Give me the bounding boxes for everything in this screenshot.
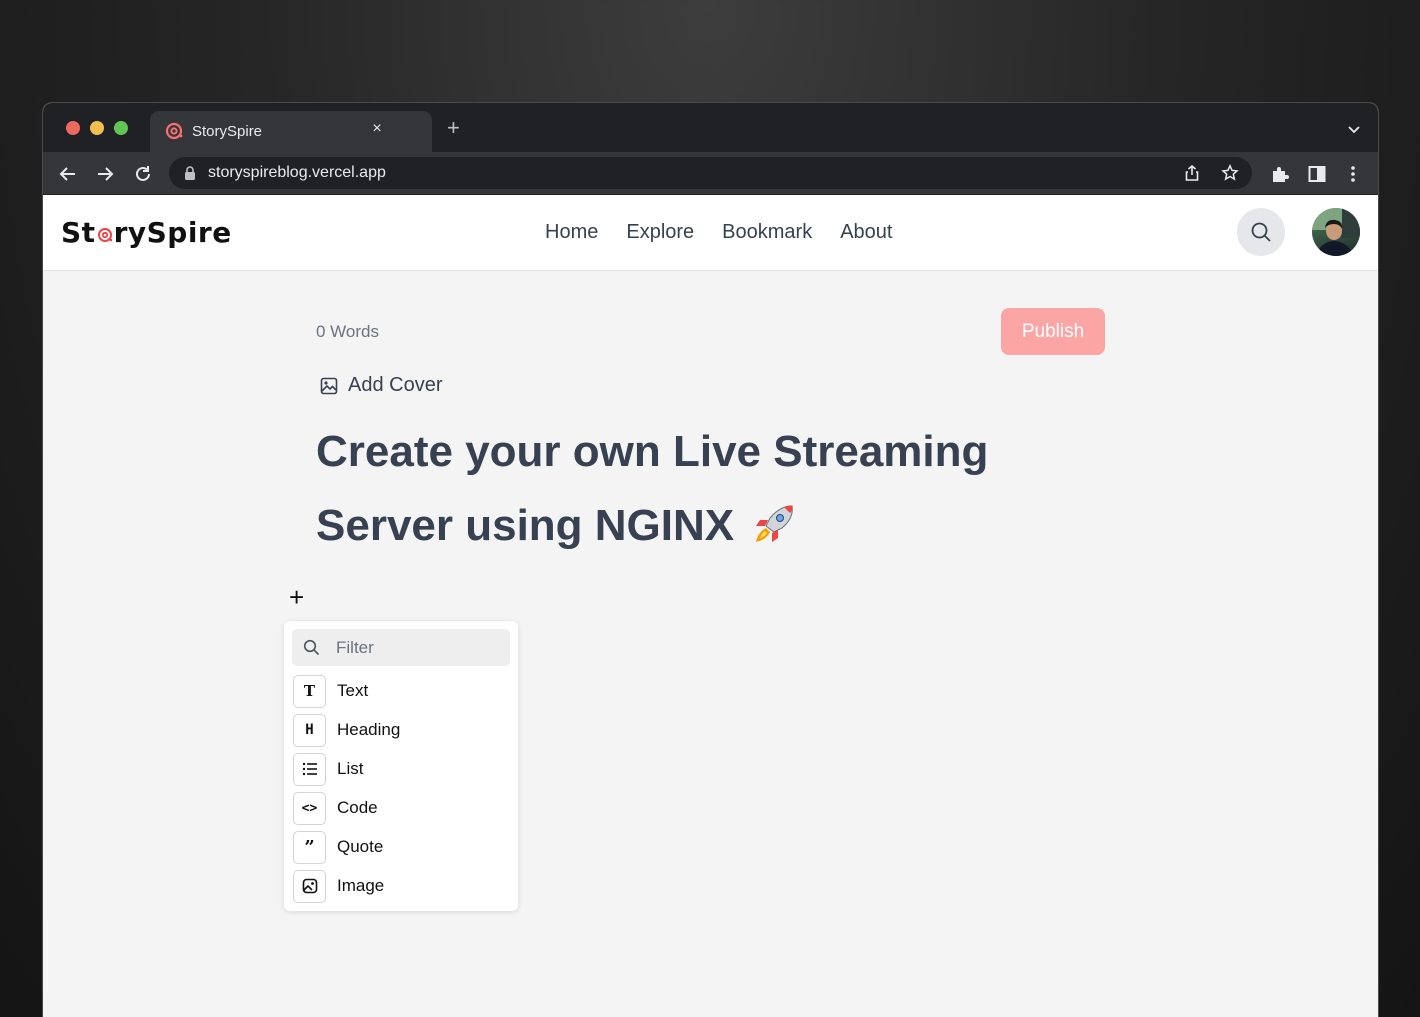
publish-button[interactable]: Publish <box>1001 308 1105 355</box>
filter-input[interactable] <box>336 635 496 660</box>
block-option-code[interactable]: <> Code <box>293 791 509 825</box>
block-option-label: Image <box>337 876 385 895</box>
browser-toolbar: storyspireblog.vercel.app <box>43 152 1378 195</box>
block-option-label: Quote <box>337 837 384 856</box>
block-option-quote[interactable]: ” Quote <box>293 830 509 864</box>
nav-bookmark[interactable]: Bookmark <box>722 221 812 244</box>
post-title-text: Create your own Live Streaming Server us… <box>316 427 989 550</box>
storyspire-logo[interactable]: St rySpire <box>61 216 232 249</box>
user-avatar[interactable] <box>1312 208 1360 256</box>
reload-icon[interactable] <box>132 163 154 185</box>
block-option-list[interactable]: List <box>293 752 509 786</box>
logo-target-icon <box>97 228 112 242</box>
block-option-label: Code <box>337 798 378 817</box>
maximize-window-button[interactable] <box>114 121 128 135</box>
block-option-label: Heading <box>337 720 401 739</box>
main-nav: Home Explore Bookmark About <box>545 221 892 244</box>
extensions-puzzle-icon[interactable] <box>1270 164 1290 184</box>
side-panel-icon[interactable] <box>1307 164 1327 184</box>
star-bookmark-icon[interactable] <box>1221 164 1239 182</box>
search-icon <box>1251 222 1271 242</box>
nav-about[interactable]: About <box>840 221 892 244</box>
block-menu: T Text H Heading List <> Code ” Quote <box>284 621 518 911</box>
block-option-text[interactable]: T Text <box>293 674 509 708</box>
post-title[interactable]: Create your own Live Streaming Server us… <box>316 415 1036 563</box>
logo-prefix: St <box>61 216 96 249</box>
image-icon <box>320 377 338 394</box>
tab-close-icon[interactable]: × <box>368 120 386 138</box>
search-button[interactable] <box>1237 208 1285 256</box>
tab-strip: StorySpire × + <box>43 103 1378 152</box>
image-icon <box>293 869 326 903</box>
logo-suffix: rySpire <box>113 216 232 249</box>
browser-window: StorySpire × + storyspireblog.vercel.app <box>42 102 1379 1017</box>
address-bar[interactable]: storyspireblog.vercel.app <box>169 157 1252 189</box>
new-tab-button[interactable]: + <box>447 117 460 139</box>
nav-explore[interactable]: Explore <box>626 221 694 244</box>
close-window-button[interactable] <box>66 121 80 135</box>
rocket-emoji-icon <box>756 505 794 542</box>
site-header: St rySpire Home Explore Bookmark About <box>43 195 1378 271</box>
lock-icon <box>185 166 195 180</box>
add-cover-label: Add Cover <box>348 374 443 396</box>
nav-home[interactable]: Home <box>545 221 598 244</box>
avatar-photo-icon <box>1312 208 1360 256</box>
block-option-label: Text <box>337 681 369 700</box>
add-cover-button[interactable]: Add Cover <box>320 374 443 397</box>
block-option-image[interactable]: Image <box>293 869 509 903</box>
storyspire-favicon-icon <box>165 122 183 140</box>
search-icon <box>303 639 320 656</box>
more-menu-icon[interactable] <box>1343 164 1363 184</box>
block-option-heading[interactable]: H Heading <box>293 713 509 747</box>
quote-icon: ” <box>293 830 326 864</box>
minimize-window-button[interactable] <box>90 121 104 135</box>
text-icon: T <box>293 674 326 708</box>
filter-box <box>292 629 510 666</box>
tab-title: StorySpire <box>192 123 263 140</box>
word-count: 0 Words <box>316 322 379 341</box>
chevron-down-icon[interactable] <box>1346 121 1362 137</box>
forward-arrow-icon[interactable] <box>94 163 116 185</box>
share-icon[interactable] <box>1183 164 1201 182</box>
url-text: storyspireblog.vercel.app <box>208 164 386 181</box>
code-icon: <> <box>293 791 326 825</box>
block-option-label: List <box>337 759 364 778</box>
list-icon <box>293 752 326 786</box>
back-arrow-icon[interactable] <box>57 163 79 185</box>
add-block-button[interactable]: + <box>289 584 304 610</box>
tab-storyspire[interactable]: StorySpire × <box>150 111 432 152</box>
heading-icon: H <box>293 713 326 747</box>
